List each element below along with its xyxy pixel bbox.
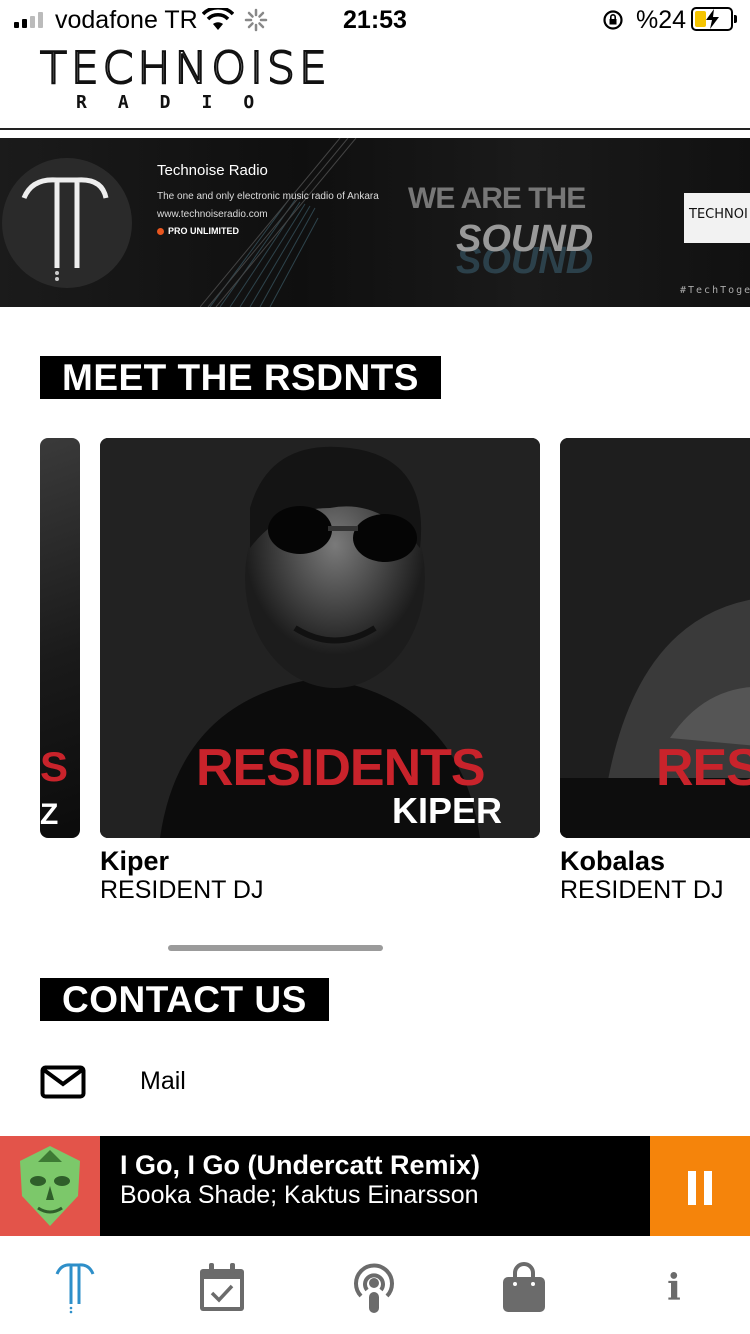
track-title: I Go, I Go (Undercatt Remix) [120, 1150, 481, 1180]
resident-role: RESIDENT DJ [100, 876, 264, 904]
mask-art-icon [20, 1146, 80, 1226]
residents-heading: MEET THE RSDNTS [40, 356, 441, 399]
tab-home[interactable] [45, 1258, 105, 1318]
promo-banner[interactable]: Technoise Radio The one and only electro… [0, 138, 750, 307]
podcast-icon [354, 1263, 394, 1313]
technoise-radio-logo[interactable]: TECHNOISE RADIO [39, 43, 342, 116]
technoise-logo-icon [21, 177, 109, 281]
contact-heading: CONTACT US [40, 978, 329, 1021]
now-playing-bar[interactable]: I Go, I Go (Undercatt Remix) Booka Shade… [0, 1136, 750, 1236]
battery-icon [691, 7, 737, 31]
shopping-bag-icon [503, 1262, 545, 1312]
residents-word: RES [656, 739, 750, 797]
banner-pro-badge: PRO UNLIMITED [157, 226, 239, 236]
album-art [0, 1136, 100, 1236]
banner-card: TECHNOI [684, 193, 750, 243]
logo-title: TECHNOISE [39, 43, 331, 94]
mail-icon[interactable] [40, 1065, 86, 1099]
logo-subtitle: RADIO [76, 92, 286, 113]
banner-url: www.technoiseradio.com [157, 209, 268, 220]
resident-card-kobalas[interactable]: RES [560, 438, 750, 838]
pause-button[interactable] [650, 1136, 750, 1236]
header-divider [0, 128, 750, 130]
track-artist: Booka Shade; Kaktus Einarsson [120, 1181, 479, 1209]
resident-card-previous[interactable]: S Z [40, 438, 80, 838]
resident-card-kiper[interactable]: RESIDENTS KIPER [100, 438, 540, 838]
resident-card-name: KIPER [392, 790, 503, 831]
tab-events[interactable] [192, 1258, 252, 1318]
resident-name[interactable]: Kobalas [560, 846, 665, 877]
info-icon: i [667, 1267, 681, 1309]
residents-word: RESIDENTS [196, 739, 486, 797]
battery-percent: %24 [636, 6, 687, 34]
rotation-lock-icon [603, 10, 623, 30]
resident-role: RESIDENT DJ [560, 876, 724, 904]
banner-title: Technoise Radio [157, 162, 268, 179]
technoise-logo-icon [55, 1263, 95, 1314]
carousel-scrollbar[interactable] [168, 945, 383, 951]
banner-hashtag: #TechToge [680, 285, 750, 296]
resident-name[interactable]: Kiper [100, 846, 169, 877]
status-bar: vodafone TR 21:53 %24 [0, 0, 750, 42]
tab-info[interactable]: i [644, 1258, 704, 1318]
calendar-icon [200, 1263, 244, 1311]
tab-podcasts[interactable] [344, 1258, 404, 1318]
mail-link[interactable]: Mail [140, 1067, 186, 1096]
banner-slogan-bottom: SOUND [456, 218, 594, 260]
banner-logo-circle [2, 158, 132, 288]
banner-description: The one and only electronic music radio … [157, 191, 379, 202]
tab-shop[interactable] [494, 1258, 554, 1318]
tab-bar: i [0, 1236, 750, 1334]
banner-slogan-top: WE ARE THE [408, 182, 586, 215]
